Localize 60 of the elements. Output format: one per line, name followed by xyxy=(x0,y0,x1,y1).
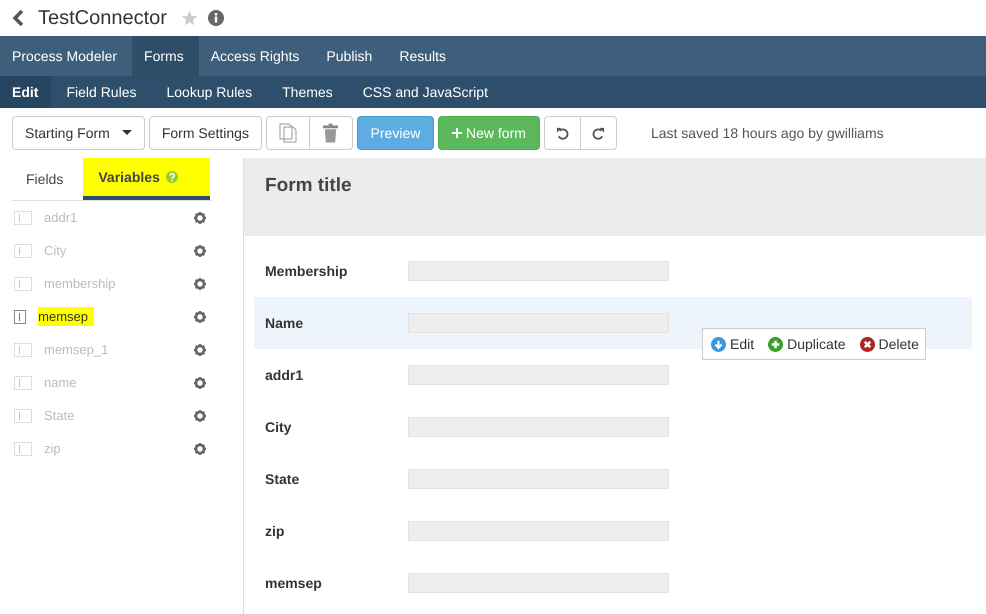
nav-tab[interactable]: Lookup Rules xyxy=(151,76,268,108)
gear-icon[interactable] xyxy=(194,442,206,454)
input-field[interactable] xyxy=(408,365,669,385)
delete-button[interactable] xyxy=(308,116,353,150)
nav-tab[interactable]: Publish xyxy=(314,36,388,76)
nav-tab[interactable]: Field Rules xyxy=(51,76,152,108)
nav-tab[interactable]: Access Rights xyxy=(198,36,314,76)
redo-icon xyxy=(592,126,605,140)
field-action-link[interactable]: Delete xyxy=(860,336,919,352)
redo-button[interactable] xyxy=(580,116,617,150)
gear-icon[interactable] xyxy=(194,278,206,290)
gear-icon[interactable] xyxy=(194,244,206,256)
info-icon[interactable] xyxy=(208,10,224,26)
gear-icon[interactable] xyxy=(194,310,206,322)
field-label: City xyxy=(264,419,292,435)
gear-icon[interactable] xyxy=(194,344,206,356)
panel-tab[interactable]: Variables xyxy=(83,158,210,200)
nav-tab[interactable]: Forms xyxy=(132,36,199,76)
copy-icon xyxy=(278,123,297,143)
copy-button[interactable] xyxy=(266,116,310,150)
field-label: zip xyxy=(264,523,286,539)
field-action-link[interactable]: Edit xyxy=(711,336,754,352)
page-title: TestConnector xyxy=(38,6,167,30)
gear-icon[interactable] xyxy=(194,410,206,422)
nav-tab[interactable]: CSS and JavaScript xyxy=(348,76,503,108)
field-label: memsep xyxy=(264,575,323,591)
star-icon[interactable] xyxy=(180,10,198,26)
plus-icon xyxy=(452,128,462,138)
field-label: Name xyxy=(264,315,304,331)
variable-name[interactable]: memsep xyxy=(38,307,94,326)
back-icon[interactable] xyxy=(12,9,24,27)
nav-tab[interactable]: Themes xyxy=(267,76,348,108)
nav-tab[interactable]: Results xyxy=(387,36,462,76)
form-settings-button[interactable]: Form Settings xyxy=(148,116,262,150)
close-icon xyxy=(860,336,874,352)
panel-tab[interactable]: Fields xyxy=(12,158,84,200)
caret-icon xyxy=(122,130,132,136)
input-field[interactable] xyxy=(408,313,669,333)
input-field[interactable] xyxy=(408,417,669,437)
field-label: addr1 xyxy=(264,367,304,383)
help-icon xyxy=(166,171,178,183)
nav-tab[interactable]: Process Modeler xyxy=(0,36,132,76)
plus-icon xyxy=(768,336,784,352)
gear-icon[interactable] xyxy=(194,376,206,388)
arrow-down-icon xyxy=(711,336,726,352)
field-action-link[interactable]: Duplicate xyxy=(768,336,846,352)
form-title: Form title xyxy=(265,175,352,196)
starting-form-dropdown[interactable]: Starting Form xyxy=(12,116,145,150)
undo-button[interactable] xyxy=(544,116,581,150)
save-status: Last saved 18 hours ago by gwilliams xyxy=(650,125,884,141)
gear-icon[interactable] xyxy=(194,212,206,224)
trash-icon xyxy=(322,123,340,143)
input-field[interactable] xyxy=(408,521,669,541)
nav-tab[interactable]: Edit xyxy=(0,76,52,108)
input-field[interactable] xyxy=(408,573,669,593)
field-label: State xyxy=(264,471,300,487)
field-label: Membership xyxy=(264,263,348,279)
input-field[interactable] xyxy=(408,469,669,489)
input-field[interactable] xyxy=(408,261,669,281)
undo-icon xyxy=(556,126,569,140)
